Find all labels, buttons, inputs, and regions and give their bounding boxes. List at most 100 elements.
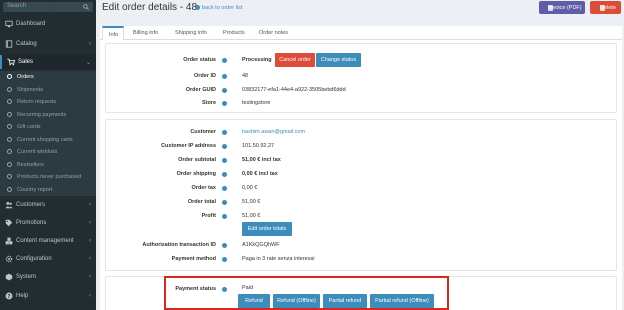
order-tax-value: 0,00 € — [242, 185, 258, 191]
sidebar-subitem-country-report[interactable]: Country report — [0, 183, 96, 196]
invoice-button-label: Invoice (PDF) — [548, 4, 582, 11]
order-total-label: Order total — [187, 199, 216, 205]
tag-icon — [5, 219, 13, 227]
circle-icon — [7, 124, 12, 129]
order-summary-panel: Order status Processing Cancel order Cha… — [105, 43, 617, 113]
chevron-down-icon: ⌄ — [85, 60, 91, 66]
search-button[interactable] — [53, 2, 93, 12]
help-icon — [222, 186, 227, 191]
question-icon: ? — [5, 292, 13, 300]
sidebar-item-label: Dashboard — [16, 21, 46, 27]
sidebar-subitem-orders[interactable]: Orders — [0, 71, 96, 83]
edit-order-totals-button[interactable]: Edit order totals — [242, 222, 292, 236]
help-icon — [222, 130, 227, 135]
gears-icon — [5, 255, 13, 263]
sidebar-item-promotions[interactable]: Promotions ‹ — [0, 216, 96, 230]
help-icon — [222, 257, 227, 262]
cart-icon — [7, 58, 15, 66]
customer-ip-value: 101.50.92.27 — [242, 143, 275, 149]
order-status-value: Processing — [242, 57, 272, 63]
payment-method-label: Payment method — [171, 256, 216, 262]
sidebar-subitem-current-shopping-carts[interactable]: Current shopping carts — [0, 133, 96, 146]
order-shipping-value: 0,00 € incl tax — [242, 171, 278, 177]
tab-label: Order notes — [259, 30, 289, 36]
sidebar-item-system[interactable]: System ‹ — [0, 270, 96, 284]
circle-icon — [7, 186, 12, 192]
help-icon — [222, 243, 227, 248]
tab-info[interactable]: Info — [102, 26, 124, 40]
sidebar-item-help[interactable]: ? Help ‹ — [0, 289, 96, 303]
sidebar-item-configuration[interactable]: Configuration ‹ — [0, 252, 96, 266]
circle-icon — [7, 111, 12, 117]
sidebar-subitem-products-never-purchased[interactable]: Products never purchased — [0, 171, 96, 183]
subitem-label: Products never purchased — [17, 174, 82, 180]
tab-label: Billing info — [133, 30, 159, 36]
order-subtotal-value: 51,00 € incl tax — [242, 157, 281, 163]
page-title: Edit order details - 48 — [102, 2, 198, 13]
invoice-pdf-button[interactable]: Invoice (PDF) — [539, 1, 585, 14]
help-icon — [222, 101, 227, 106]
main-content: Edit order details - 48 back to order li… — [96, 0, 624, 310]
help-icon — [222, 88, 227, 93]
help-icon — [222, 144, 227, 149]
tab-order-notes[interactable]: Order notes — [256, 26, 292, 40]
sidebar-subitem-bestsellers[interactable]: Bestsellers — [0, 158, 96, 171]
cancel-order-button[interactable]: Cancel order — [275, 53, 315, 67]
sidebar-item-customers[interactable]: Customers ‹ — [0, 198, 96, 212]
profit-label: Profit — [201, 213, 216, 219]
sidebar-item-label: Promotions — [16, 220, 47, 226]
circle-icon — [7, 161, 12, 167]
sidebar-item-content-management[interactable]: Content management ‹ — [0, 234, 96, 248]
sidebar-search-input[interactable]: Search — [3, 2, 53, 12]
sidebar-subitem-recurring-payments[interactable]: Recurring payments — [0, 108, 96, 121]
change-status-button[interactable]: Change status — [316, 53, 361, 67]
subitem-label: Return requests — [17, 99, 57, 105]
order-details-panel: Customer hashim.awan@gmail.com Customer … — [105, 119, 617, 271]
sidebar-item-sales[interactable]: Sales ⌄ — [0, 55, 96, 69]
help-icon — [222, 58, 227, 63]
delete-button[interactable]: Delete — [590, 1, 621, 14]
tab-content: Order status Processing Cancel order Cha… — [100, 40, 622, 310]
circle-icon — [7, 74, 12, 79]
customer-label: Customer — [190, 129, 216, 135]
payment-method-value: Paga in 3 rate senza interessi — [242, 256, 315, 262]
circle-icon — [7, 86, 12, 92]
sidebar-subitem-shipments[interactable]: Shipments — [0, 83, 96, 96]
sidebar-item-dashboard[interactable]: Dashboard — [0, 17, 96, 31]
order-id-label: Order ID — [193, 73, 216, 79]
arrow-circle-left-icon — [195, 5, 200, 10]
users-icon — [5, 201, 13, 209]
circle-icon — [7, 136, 12, 142]
cube-icon — [5, 273, 13, 281]
chevron-left-icon: ‹ — [89, 293, 91, 299]
sidebar-item-label: Customers — [16, 202, 46, 208]
sidebar-subitem-current-wishlists[interactable]: Current wishlists — [0, 146, 96, 158]
subitem-label: Country report — [17, 186, 53, 193]
svg-text:?: ? — [7, 294, 10, 300]
tabs-bar: Info Billing info Shipping info Products… — [100, 26, 622, 40]
sidebar-subitem-gift-cards[interactable]: Gift cards — [0, 121, 96, 133]
circle-icon — [7, 99, 12, 104]
subitem-label: Current wishlists — [17, 149, 58, 155]
back-to-order-list-link[interactable]: back to order list — [195, 5, 242, 11]
order-subtotal-label: Order subtotal — [178, 157, 216, 163]
search-icon — [83, 4, 89, 10]
subitem-label: Recurring payments — [17, 111, 67, 118]
subitem-label: Bestsellers — [17, 161, 44, 168]
order-status-label: Order status — [183, 57, 216, 63]
tab-billing-info[interactable]: Billing info — [130, 26, 164, 40]
help-icon — [222, 200, 227, 205]
sidebar-item-label: Catalog — [16, 41, 37, 47]
profit-value: 51,00 € — [242, 213, 261, 219]
desktop-icon — [5, 20, 13, 28]
order-id-value: 48 — [242, 73, 249, 79]
order-guid-value: 03832177-efa1-44e4-a922-3505bebd6ddd — [242, 87, 346, 93]
sidebar-subitem-return-requests[interactable]: Return requests — [0, 96, 96, 108]
subitem-label: Current shopping carts — [17, 136, 73, 143]
customer-email-link[interactable]: hashim.awan@gmail.com — [242, 129, 305, 135]
tab-label: Products — [223, 30, 245, 36]
tab-shipping-info[interactable]: Shipping info — [172, 26, 212, 40]
sidebar-item-catalog[interactable]: Catalog ‹ — [0, 37, 96, 51]
tab-products[interactable]: Products — [220, 26, 248, 40]
payment-status-highlight-box — [164, 276, 449, 310]
